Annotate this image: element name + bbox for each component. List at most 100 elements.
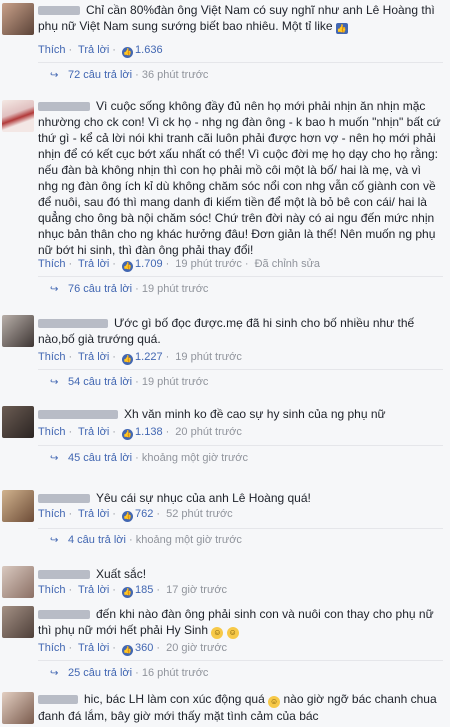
commenter-name[interactable] (38, 6, 80, 16)
comment-body: Xh văn minh ko đề cao sự hy sinh của ng … (124, 407, 386, 421)
comment: Ước gì bố đọc được.mẹ đã hi sinh cho bố … (0, 313, 450, 395)
like-count[interactable]: 185 (135, 584, 153, 596)
comment-time[interactable]: 20 giờ trước (166, 642, 227, 654)
like-link[interactable]: Thích (38, 351, 66, 363)
replies-time: 16 phút trước (141, 667, 209, 679)
thumbs-up-icon: 👍 (122, 354, 134, 365)
like-count[interactable]: 1.636 (135, 44, 163, 56)
comment: Xh văn minh ko đề cao sự hy sinh của ng … (0, 404, 450, 476)
avatar[interactable] (2, 100, 34, 132)
comment-text: hic, bác LH làm con xúc động quá ☺ nào g… (38, 691, 443, 724)
laughing-emoji-icon: ☺ (226, 627, 239, 639)
divider (38, 660, 443, 661)
comment-text: Ước gì bố đọc được.mẹ đã hi sinh cho bố … (38, 315, 443, 347)
replies-time: khoảng một giờ trước (135, 534, 242, 546)
avatar[interactable] (2, 3, 34, 35)
laughing-emoji-icon: ☺ (211, 627, 224, 639)
replies-count[interactable]: 54 câu trả lời (68, 376, 132, 388)
comment-actions: Thích · Trả lời · 👍 1.709 · 19 phút trước · Đ… (38, 258, 321, 272)
comment-time[interactable]: 19 phút trước (175, 351, 242, 363)
commenter-name[interactable] (38, 410, 118, 420)
commenter-name[interactable] (38, 610, 90, 620)
reply-link[interactable]: Trả lời (78, 44, 109, 56)
comment-text: Chỉ cần 80%đàn ông Việt Nam có suy nghĩ … (38, 2, 443, 34)
divider (38, 276, 443, 277)
comment-body: Chỉ cần 80%đàn ông Việt Nam có suy nghĩ … (38, 3, 435, 33)
comment-actions: Thích · Trả lời · 👍 762 · 52 phút trước (38, 508, 233, 522)
like-count[interactable]: 1.227 (135, 351, 163, 363)
like-link[interactable]: Thích (38, 584, 66, 596)
divider (38, 445, 443, 446)
view-replies[interactable]: ↪ 45 câu trả lời · khoảng một giờ trước (50, 452, 248, 464)
avatar[interactable] (2, 606, 34, 638)
smile-emoji-icon: ☺ (268, 696, 281, 708)
replies-time: 19 phút trước (141, 283, 209, 295)
comment-text: Yêu cái sự nhục của anh Lê Hoàng quá! (38, 490, 443, 506)
commenter-name[interactable] (38, 319, 108, 329)
like-link[interactable]: Thích (38, 642, 66, 654)
reply-link[interactable]: Trả lời (78, 584, 109, 596)
comment-actions: Thích · Trả lời · 👍 185 · 17 giờ trước (38, 584, 228, 598)
commenter-name[interactable] (38, 102, 90, 112)
view-replies[interactable]: ↪ 72 câu trả lời · 36 phút trước (50, 69, 208, 81)
comments-feed: Chỉ cần 80%đàn ông Việt Nam có suy nghĩ … (0, 0, 450, 727)
comment: hic, bác LH làm con xúc động quá ☺ nào g… (0, 690, 450, 727)
view-replies[interactable]: ↪ 76 câu trả lời · 19 phút trước (50, 283, 208, 295)
like-count[interactable]: 1.709 (135, 258, 163, 270)
comment-text: Xuất sắc! (38, 566, 443, 582)
like-link[interactable]: Thích (38, 258, 66, 270)
thumbs-up-icon: 👍 (122, 511, 134, 522)
like-link[interactable]: Thích (38, 508, 66, 520)
reply-link[interactable]: Trả lời (78, 426, 109, 438)
view-replies[interactable]: ↪ 4 câu trả lời · khoảng một giờ trước (50, 534, 242, 546)
commenter-name[interactable] (38, 695, 78, 705)
edited-label[interactable]: Đã chỉnh sửa (255, 258, 320, 270)
avatar[interactable] (2, 315, 34, 347)
reply-link[interactable]: Trả lời (78, 351, 109, 363)
comment-time[interactable]: 20 phút trước (175, 426, 242, 438)
commenter-name[interactable] (38, 494, 90, 504)
avatar[interactable] (2, 406, 34, 438)
like-count[interactable]: 762 (135, 508, 153, 520)
comment: Xuất sắc! Thích · Trả lời · 👍 185 · 17 giờ t… (0, 564, 450, 602)
view-replies[interactable]: ↪ 54 câu trả lời · 19 phút trước (50, 376, 208, 388)
replies-time: 19 phút trước (141, 376, 209, 388)
reply-link[interactable]: Trả lời (78, 508, 109, 520)
replies-count[interactable]: 4 câu trả lời (68, 534, 126, 546)
avatar[interactable] (2, 490, 34, 522)
replies-count[interactable]: 76 câu trả lời (68, 283, 132, 295)
comment-actions: Thích · Trả lời · 👍 1.636 (38, 44, 163, 58)
replies-time: 36 phút trước (141, 69, 209, 81)
comment: Vì cuộc sống không đầy đủ nên họ mới phả… (0, 96, 450, 306)
comment-text: Xh văn minh ko đề cao sự hy sinh của ng … (38, 406, 443, 422)
thumbs-up-icon: 👍 (122, 587, 134, 598)
replies-time: khoảng một giờ trước (141, 452, 249, 464)
comment-time[interactable]: 17 giờ trước (166, 584, 227, 596)
reply-arrow-icon: ↪ (50, 453, 59, 464)
thumbs-up-icon: 👍 (335, 23, 348, 34)
thumbs-up-icon: 👍 (122, 645, 134, 656)
comment: Chỉ cần 80%đàn ông Việt Nam có suy nghĩ … (0, 0, 450, 92)
like-link[interactable]: Thích (38, 426, 66, 438)
like-count[interactable]: 1.138 (135, 426, 163, 438)
reply-arrow-icon: ↪ (50, 284, 59, 295)
comment-body: Yêu cái sự nhục của anh Lê Hoàng quá! (96, 491, 311, 505)
comment-text: Vì cuộc sống không đầy đủ nên họ mới phả… (38, 98, 443, 258)
reply-arrow-icon: ↪ (50, 377, 59, 388)
reply-link[interactable]: Trả lời (78, 642, 109, 654)
replies-count[interactable]: 25 câu trả lời (68, 667, 132, 679)
replies-count[interactable]: 72 câu trả lời (68, 69, 132, 81)
divider (38, 369, 443, 370)
avatar[interactable] (2, 692, 34, 724)
view-replies[interactable]: ↪ 25 câu trả lời · 16 phút trước (50, 667, 208, 679)
like-count[interactable]: 360 (135, 642, 153, 654)
avatar[interactable] (2, 566, 34, 598)
comment-time[interactable]: 52 phút trước (166, 508, 233, 520)
like-link[interactable]: Thích (38, 44, 66, 56)
reply-link[interactable]: Trả lời (78, 258, 109, 270)
comment-time[interactable]: 19 phút trước (175, 258, 242, 270)
comment-body: Xuất sắc! (96, 567, 147, 581)
replies-count[interactable]: 45 câu trả lời (68, 452, 132, 464)
divider (38, 62, 443, 63)
commenter-name[interactable] (38, 570, 90, 580)
